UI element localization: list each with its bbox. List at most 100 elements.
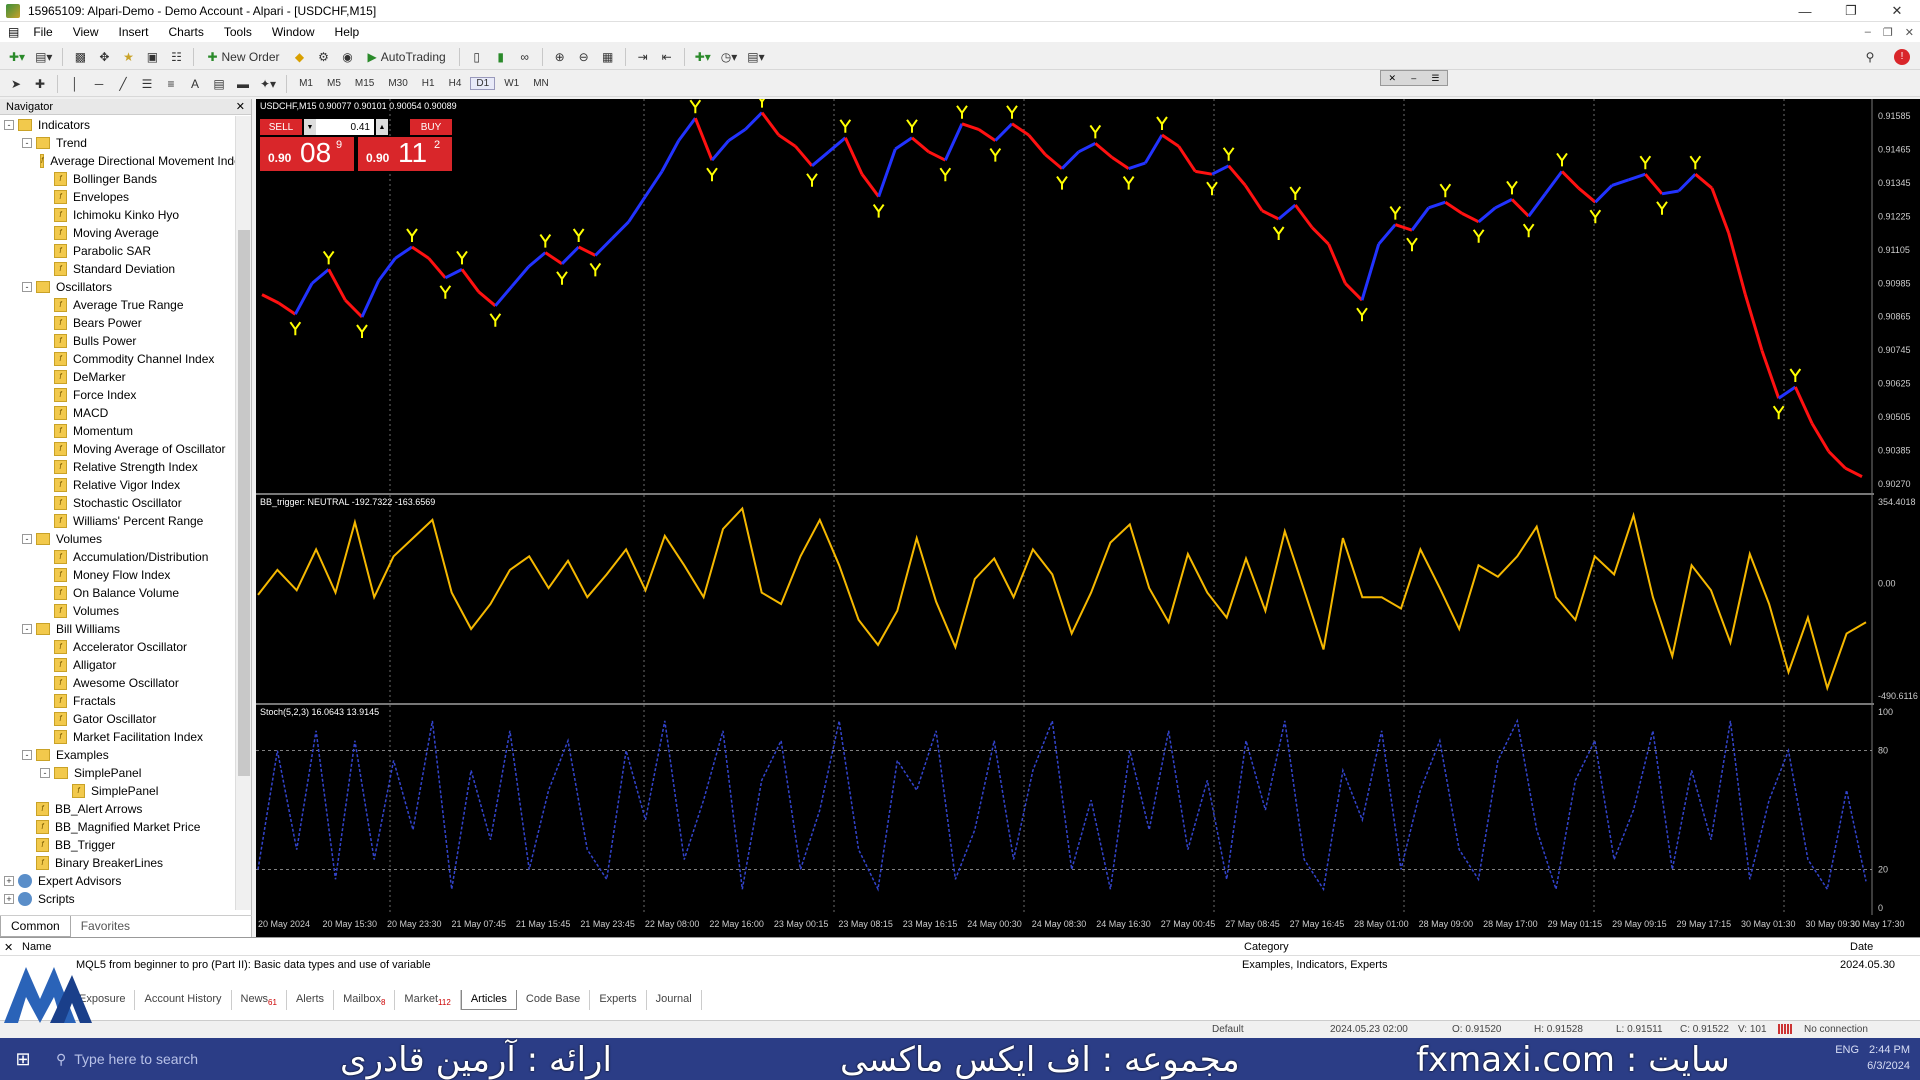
tray-clock[interactable]: 2:44 PM xyxy=(1869,1044,1910,1056)
navigator-item[interactable]: f Moving Average xyxy=(0,224,236,242)
navigator-item[interactable]: f BB_Alert Arrows xyxy=(0,800,236,818)
navigator-item[interactable]: - Oscillators xyxy=(0,278,236,296)
expand-icon[interactable]: + xyxy=(4,894,14,904)
navigator-item[interactable]: f Stochastic Oscillator xyxy=(0,494,236,512)
tab-market[interactable]: Market112 xyxy=(395,990,461,1010)
navigator-item[interactable]: f MACD xyxy=(0,404,236,422)
rectangle-icon[interactable]: ▬ xyxy=(233,74,253,94)
buy-button[interactable]: BUY xyxy=(410,119,452,135)
navigator-item[interactable]: f Force Index xyxy=(0,386,236,404)
navigator-icon[interactable]: ★ xyxy=(118,47,138,67)
navigator-item[interactable]: f BB_Magnified Market Price xyxy=(0,818,236,836)
price-pane[interactable]: 0.91585 0.91465 0.91345 0.91225 0.91105 0.909… xyxy=(256,94,1920,493)
timeframe-w1[interactable]: W1 xyxy=(499,78,524,89)
navigator-item[interactable]: f Binary BreakerLines xyxy=(0,854,236,872)
menu-window[interactable]: Window xyxy=(262,25,325,39)
tester-icon[interactable]: ☷ xyxy=(166,47,186,67)
lot-size-input[interactable]: 0.41 xyxy=(316,119,374,135)
navigator-item[interactable]: f Volumes xyxy=(0,602,236,620)
menu-charts[interactable]: Charts xyxy=(159,25,214,39)
candlestick-icon[interactable]: ▮ xyxy=(491,47,511,67)
shapes-icon[interactable]: ✦▾ xyxy=(257,74,279,94)
collapse-icon[interactable]: - xyxy=(40,768,50,778)
navigator-item[interactable]: f Williams' Percent Range xyxy=(0,512,236,530)
menu-help[interactable]: Help xyxy=(325,25,370,39)
navigator-item[interactable]: f DeMarker xyxy=(0,368,236,386)
tab-experts[interactable]: Experts xyxy=(590,990,647,1010)
menu-tools[interactable]: Tools xyxy=(214,25,262,39)
navigator-item[interactable]: - Trend xyxy=(0,134,236,152)
navigator-item[interactable]: - Examples xyxy=(0,746,236,764)
navigator-item[interactable]: - Indicators xyxy=(0,116,236,134)
menu-icon[interactable]: ▤ xyxy=(0,25,23,39)
mdi-restore-icon[interactable]: ❐ xyxy=(1883,26,1893,39)
navigator-item[interactable]: f Parabolic SAR xyxy=(0,242,236,260)
navigator-item[interactable]: f Commodity Channel Index xyxy=(0,350,236,368)
timeframe-h1[interactable]: H1 xyxy=(417,78,440,89)
column-category[interactable]: Category xyxy=(1244,941,1289,953)
tab-code-base[interactable]: Code Base xyxy=(517,990,591,1010)
text-icon[interactable]: A xyxy=(185,74,205,94)
buy-price-button[interactable]: 0.90 11 2 xyxy=(358,137,452,171)
tab-journal[interactable]: Journal xyxy=(647,990,702,1010)
periods-icon[interactable]: ◷▾ xyxy=(718,47,741,67)
zoom-in-icon[interactable]: ⊕ xyxy=(550,47,570,67)
cursor-icon[interactable]: ➤ xyxy=(6,74,26,94)
navigator-item[interactable]: f Standard Deviation xyxy=(0,260,236,278)
data-window-icon[interactable]: ✥ xyxy=(94,47,114,67)
lot-spinner-icon[interactable]: ▲ xyxy=(376,119,388,135)
maximize-button[interactable]: ❐ xyxy=(1828,0,1874,22)
column-date[interactable]: Date xyxy=(1850,941,1873,953)
tab-alerts[interactable]: Alerts xyxy=(287,990,335,1010)
price-chart[interactable]: 0.91585 0.91465 0.91345 0.91225 0.91105 0.909… xyxy=(256,94,1920,493)
navigator-item[interactable]: f Ichimoku Kinko Hyo xyxy=(0,206,236,224)
navigator-close-icon[interactable]: ✕ xyxy=(236,100,245,113)
signals-icon[interactable]: ◉ xyxy=(338,47,358,67)
channel-icon[interactable]: ☰ xyxy=(137,74,157,94)
taskbar-search[interactable]: ⚲ Type here to search xyxy=(46,1038,266,1080)
trendline-icon[interactable]: ╱ xyxy=(113,74,133,94)
stochastic-pane[interactable]: 100 80 20 0 Stoch(5,2,3) 16.0643 13.9145 xyxy=(256,705,1920,915)
bar-chart-icon[interactable]: ▯ xyxy=(467,47,487,67)
collapse-icon[interactable]: - xyxy=(22,282,32,292)
tray-language[interactable]: ENG xyxy=(1835,1044,1859,1056)
line-chart-icon[interactable]: ∞ xyxy=(515,47,535,67)
navigator-item[interactable]: f Alligator xyxy=(0,656,236,674)
navigator-item[interactable]: f SimplePanel xyxy=(0,782,236,800)
lot-dropdown-icon[interactable]: ▼ xyxy=(304,119,316,135)
tile-windows-icon[interactable]: ▦ xyxy=(598,47,618,67)
timeframe-m15[interactable]: M15 xyxy=(350,78,379,89)
metaeditor-icon[interactable]: ◆ xyxy=(290,47,310,67)
navigator-item[interactable]: - SimplePanel xyxy=(0,764,236,782)
navigator-item[interactable]: - Bill Williams xyxy=(0,620,236,638)
collapse-icon[interactable]: - xyxy=(22,624,32,634)
tab-favorites[interactable]: Favorites xyxy=(71,916,140,937)
menu-insert[interactable]: Insert xyxy=(108,25,158,39)
navigator-item[interactable]: f Awesome Oscillator xyxy=(0,674,236,692)
auto-scroll-icon[interactable]: ⇥ xyxy=(633,47,653,67)
navigator-item[interactable]: f Relative Vigor Index xyxy=(0,476,236,494)
navigator-item[interactable]: f Market Facilitation Index xyxy=(0,728,236,746)
navigator-item[interactable]: - Volumes xyxy=(0,530,236,548)
time-axis[interactable]: 20 May 2024 20 May 15:30 20 May 23:30 21 Ma… xyxy=(256,915,1920,937)
autotrading-button[interactable]: ▶ AutoTrading xyxy=(362,47,452,67)
navigator-item[interactable]: f Bulls Power xyxy=(0,332,236,350)
search-icon[interactable]: ⚲ xyxy=(1860,47,1880,67)
navigator-item[interactable]: f Gator Oscillator xyxy=(0,710,236,728)
menu-file[interactable]: File xyxy=(23,25,62,39)
navigator-item[interactable]: f Bollinger Bands xyxy=(0,170,236,188)
mdi-close-icon[interactable]: ✕ xyxy=(1905,26,1914,39)
chart-minimize-icon[interactable]: – xyxy=(1411,73,1416,83)
navigator-item[interactable]: f Accumulation/Distribution xyxy=(0,548,236,566)
navigator-item[interactable]: f Bears Power xyxy=(0,314,236,332)
chart-shift-icon[interactable]: ⇤ xyxy=(657,47,677,67)
collapse-icon[interactable]: - xyxy=(22,750,32,760)
notification-icon[interactable]: ! xyxy=(1894,48,1910,65)
menu-view[interactable]: View xyxy=(63,25,109,39)
close-button[interactable]: ✕ xyxy=(1874,0,1920,22)
text-label-icon[interactable]: ▤ xyxy=(209,74,229,94)
stochastic-chart[interactable]: 100 80 20 0 xyxy=(256,705,1920,915)
navigator-item[interactable]: + Expert Advisors xyxy=(0,872,236,890)
tray-date[interactable]: 6/3/2024 xyxy=(1835,1058,1910,1074)
sell-button[interactable]: SELL xyxy=(260,119,302,135)
